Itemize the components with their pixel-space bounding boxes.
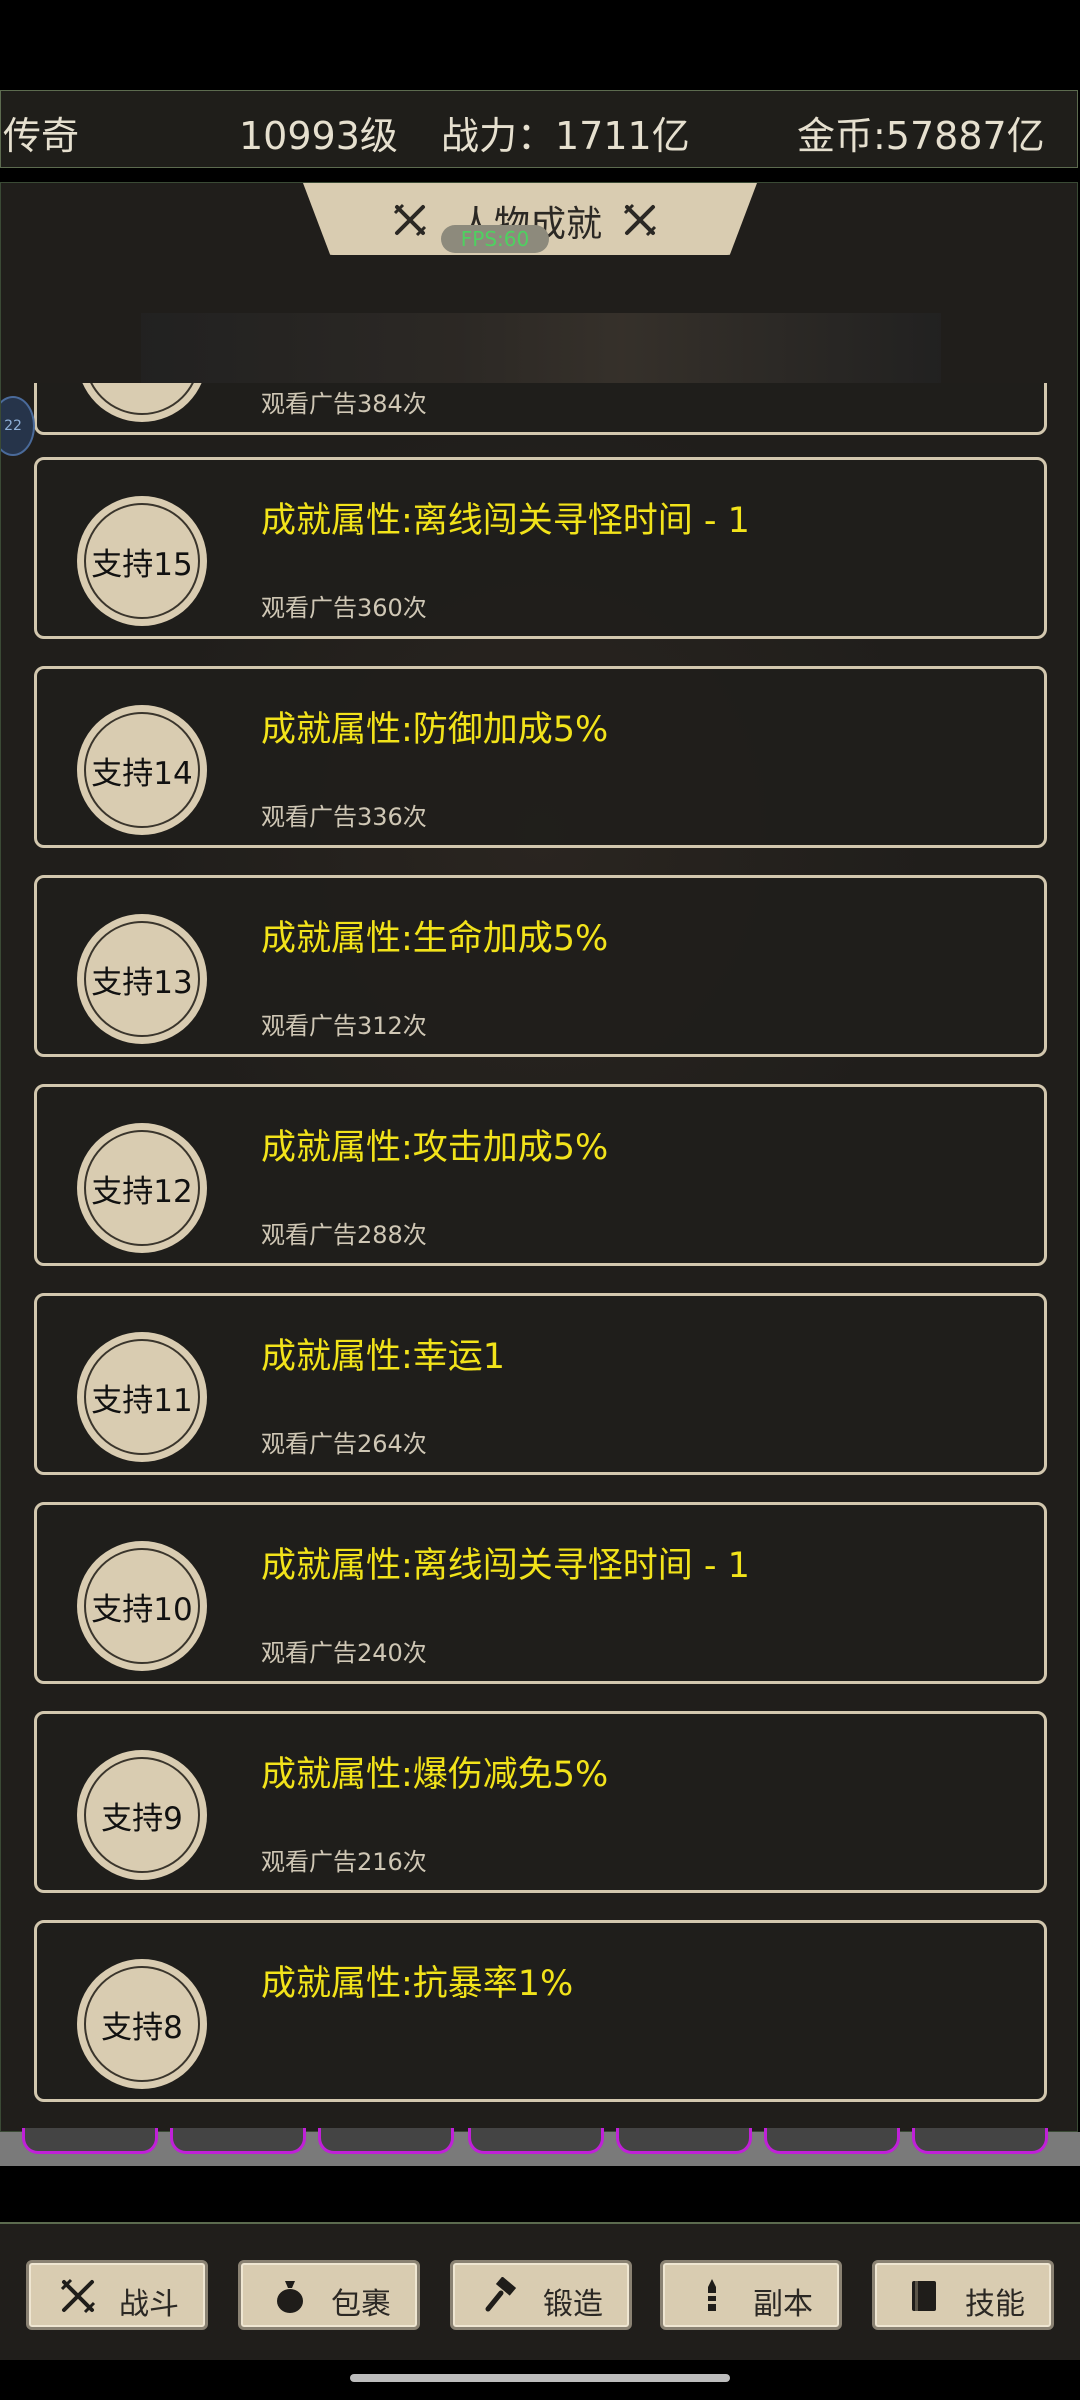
- badge-label: 支持14: [91, 756, 193, 792]
- nav-button-skills[interactable]: 技能: [872, 2260, 1054, 2330]
- achievement-card[interactable]: 支持12 成就属性:攻击加成5% 观看广告288次: [34, 1084, 1047, 1266]
- nav-label: 包裹: [331, 2287, 391, 2322]
- achievement-requirement: 观看广告360次: [261, 594, 427, 622]
- achievement-badge[interactable]: 支持15: [77, 496, 207, 626]
- achievement-badge[interactable]: [77, 383, 207, 422]
- player-stats-bar: 传奇 10993级 战力：1711亿 金币:57887亿: [0, 90, 1078, 168]
- badge-ring: [84, 383, 200, 415]
- achievement-badge[interactable]: 支持13: [77, 914, 207, 1044]
- player-title: 传奇: [3, 114, 80, 158]
- bag-icon: [277, 2281, 303, 2313]
- crossed-swords-icon: [60, 2278, 96, 2314]
- badge-label: 支持11: [91, 1383, 193, 1419]
- crossed-swords-icon: [623, 203, 657, 237]
- achievement-card[interactable]: 支持13 成就属性:生命加成5% 观看广告312次: [34, 875, 1047, 1057]
- player-power: 战力：1711亿: [441, 114, 690, 158]
- fps-badge: FPS:60: [441, 225, 549, 253]
- badge-label: 支持15: [91, 547, 193, 583]
- decor-slot: [912, 2128, 1048, 2154]
- nav-button-bag[interactable]: 包裹: [238, 2260, 420, 2330]
- achievement-badge[interactable]: 支持14: [77, 705, 207, 835]
- background-artwork: [141, 313, 941, 383]
- badge-label: 支持13: [91, 965, 193, 1001]
- achievement-card[interactable]: 支持14 成就属性:防御加成5% 观看广告336次: [34, 666, 1047, 848]
- player-gold: 金币:57887亿: [797, 114, 1045, 158]
- achievement-title: 成就属性:生命加成5%: [261, 919, 609, 959]
- achievement-requirement: 观看广告240次: [261, 1639, 427, 1667]
- achievement-title: 成就属性:抗暴率1%: [261, 1964, 574, 2004]
- achievement-card[interactable]: 支持10 成就属性:离线闯关寻怪时间 - 1 观看广告240次: [34, 1502, 1047, 1684]
- badge-label: 支持12: [91, 1174, 193, 1210]
- achievement-requirement: 观看广告264次: [261, 1430, 427, 1458]
- nav-label: 战斗: [119, 2287, 179, 2322]
- achievement-badge[interactable]: 支持11: [77, 1332, 207, 1462]
- nav-button-dungeon[interactable]: 副本: [660, 2260, 842, 2330]
- achievement-title: 成就属性:离线闯关寻怪时间 - 1: [261, 501, 750, 541]
- achievement-title: 成就属性:爆伤减免5%: [261, 1755, 609, 1795]
- badge-label: 支持8: [101, 2010, 183, 2046]
- achievement-title: 成就属性:防御加成5%: [261, 710, 609, 750]
- achievement-card[interactable]: 观看广告384次: [34, 383, 1047, 435]
- achievement-title: 成就属性:攻击加成5%: [261, 1128, 609, 1168]
- bottom-nav: 战斗 包裹 锻造 副本 技能: [0, 2222, 1080, 2360]
- achievement-card[interactable]: 支持11 成就属性:幸运1 观看广告264次: [34, 1293, 1047, 1475]
- decor-slot: [616, 2128, 752, 2154]
- achievement-panel: 人物成就 FPS:60 观看广告384次 支持15: [0, 182, 1078, 2132]
- achievement-badge[interactable]: 支持8: [77, 1959, 207, 2089]
- decor-slot: [22, 2128, 158, 2154]
- achievement-card[interactable]: 支持9 成就属性:爆伤减免5% 观看广告216次: [34, 1711, 1047, 1893]
- nav-button-forge[interactable]: 锻造: [450, 2260, 632, 2330]
- nav-button-battle[interactable]: 战斗: [26, 2260, 208, 2330]
- decor-slot: [468, 2128, 604, 2154]
- achievement-list[interactable]: 观看广告384次 支持15 成就属性:离线闯关寻怪时间 - 1 观看广告360次…: [1, 383, 1077, 2131]
- hammer-icon: [485, 2277, 517, 2312]
- achievement-badge[interactable]: 支持9: [77, 1750, 207, 1880]
- nav-label: 副本: [753, 2287, 813, 2322]
- achievement-badge[interactable]: 支持10: [77, 1541, 207, 1671]
- decor-slot: [764, 2128, 900, 2154]
- achievement-title: 成就属性:幸运1: [261, 1337, 506, 1377]
- decor-slot: [318, 2128, 454, 2154]
- achievement-title: 成就属性:离线闯关寻怪时间 - 1: [261, 1546, 750, 1586]
- tower-icon: [706, 2279, 718, 2311]
- player-level: 10993级: [239, 114, 398, 158]
- achievement-requirement: 观看广告288次: [261, 1221, 427, 1249]
- badge-label: 支持9: [101, 1801, 183, 1837]
- nav-label: 锻造: [543, 2287, 603, 2322]
- achievement-requirement: 观看广告384次: [261, 390, 427, 418]
- achievement-requirement: 观看广告216次: [261, 1848, 427, 1876]
- screen: 传奇 10993级 战力：1711亿 金币:57887亿 人物成就 FPS:60: [0, 0, 1080, 2400]
- achievement-requirement: 观看广告312次: [261, 1012, 427, 1040]
- decor-slot: [170, 2128, 306, 2154]
- book-icon: [912, 2281, 936, 2311]
- achievement-card[interactable]: 支持8 成就属性:抗暴率1%: [34, 1920, 1047, 2102]
- achievement-requirement: 观看广告336次: [261, 803, 427, 831]
- badge-label: 支持10: [91, 1592, 193, 1628]
- achievement-card[interactable]: 支持15 成就属性:离线闯关寻怪时间 - 1 观看广告360次: [34, 457, 1047, 639]
- home-indicator[interactable]: [350, 2374, 730, 2382]
- nav-label: 技能: [965, 2287, 1025, 2322]
- achievement-badge[interactable]: 支持12: [77, 1123, 207, 1253]
